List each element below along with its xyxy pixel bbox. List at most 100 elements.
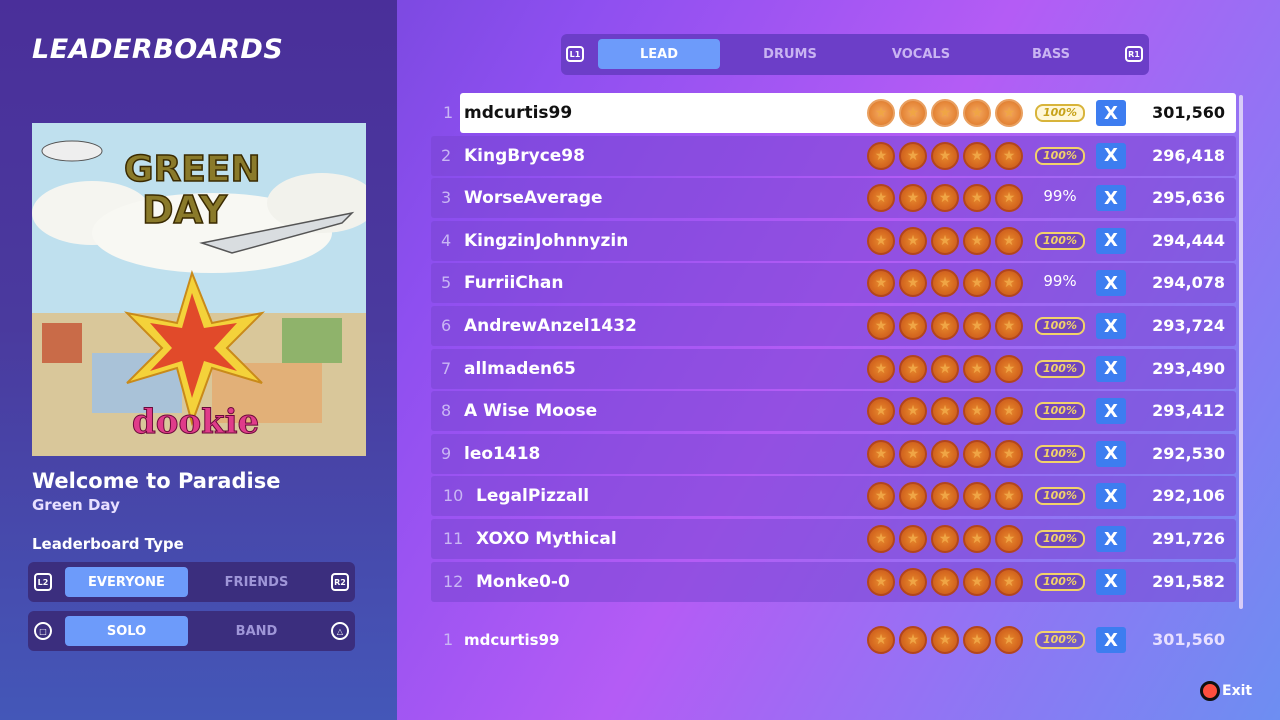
exit-button[interactable]: Exit <box>1200 681 1252 701</box>
scope-everyone-option[interactable]: EVERYONE <box>65 567 188 597</box>
star-medal-icon: ★ <box>899 312 927 340</box>
table-row[interactable]: 9 leo1418 ★ ★ ★ ★ ★ 100% X 292,530 <box>431 433 1236 474</box>
mode-band-option[interactable]: BAND <box>195 616 318 646</box>
row-player-name: KingzinJohnnyzin <box>464 230 629 251</box>
star-medal-icon: ★ <box>867 354 895 383</box>
star-medal-icon: ★ <box>867 567 895 596</box>
star-medal-icon: ★ <box>995 354 1023 383</box>
row-player-name: mdcurtis99 <box>464 103 573 123</box>
star-medal-icon: ★ <box>963 141 991 170</box>
row-stars: ★ ★ ★ ★ ★ <box>867 354 1023 383</box>
album-band-text: GREEN <box>124 149 261 190</box>
star-medal-icon: ★ <box>963 626 991 654</box>
row-accuracy: 100% <box>1035 530 1085 548</box>
star-medal-icon: ★ <box>931 525 959 553</box>
row-stars: ★ ★ ★ ★ ★ <box>867 184 1023 213</box>
table-row[interactable]: 6 AndrewAnzel1432 ★ ★ ★ ★ ★ 100% X 293,724 <box>431 306 1236 346</box>
player-accuracy: 100% <box>1035 631 1085 649</box>
star-medal-icon: ★ <box>931 439 959 468</box>
star-medal-icon: ★ <box>931 626 959 654</box>
row-score: 294,444 <box>1152 230 1225 250</box>
table-row[interactable]: 8A Wise Moose ★ ★ ★ ★ ★ 100% X 293,412 <box>431 391 1236 432</box>
row-player-name: allmaden65 <box>464 358 576 379</box>
star-medal-icon: ★ <box>931 226 959 255</box>
x-badge-icon: X <box>1096 440 1126 467</box>
star-medal-icon: ★ <box>931 397 959 426</box>
star-medal-icon: ★ <box>995 397 1023 426</box>
r1-button-icon: R1 <box>1125 46 1143 62</box>
row-player-name: leo1418 <box>464 443 541 464</box>
tab-drums[interactable]: DRUMS <box>729 39 851 69</box>
row-accuracy: 100% <box>1035 402 1085 421</box>
scope-friends-option[interactable]: FRIENDS <box>195 567 318 597</box>
star-medal-icon: ★ <box>963 184 991 213</box>
table-row[interactable]: 5 FurriiChan ★ ★ ★ ★ ★ 99% X 294,078 <box>431 263 1236 304</box>
row-stars: ★ ★ ★ ★ ★ <box>867 312 1023 340</box>
mode-solo-option[interactable]: SOLO <box>65 616 188 646</box>
row-score: 295,636 <box>1152 188 1225 208</box>
row-accuracy: 100% <box>1035 317 1085 335</box>
star-medal-icon: ★ <box>995 626 1023 654</box>
player-entry-row: 1 mdcurtis99 ★ ★ ★ ★ ★ 100% X 301,560 <box>431 620 1236 660</box>
player-name: mdcurtis99 <box>464 631 560 649</box>
star-medal-icon: ★ <box>867 439 895 468</box>
row-rank: 10 <box>443 486 464 506</box>
star-medal-icon: ★ <box>963 354 991 383</box>
star-medal-icon: ★ <box>963 567 991 596</box>
star-medal-icon: ★ <box>899 226 927 255</box>
star-medal-icon: ★ <box>867 397 895 426</box>
row-accuracy: 100% <box>1035 231 1085 250</box>
table-row[interactable]: 11 XOXO Mythical ★ ★ ★ ★ ★ 100% X 291,726 <box>431 519 1236 559</box>
row-accuracy: 100% <box>1035 572 1085 591</box>
square-button-icon: □ <box>34 622 52 640</box>
scrollbar[interactable] <box>1239 95 1243 609</box>
star-medal-icon: ★ <box>931 141 959 170</box>
row-accuracy: 100% <box>1035 146 1085 165</box>
star-medal-icon: ★ <box>963 525 991 553</box>
row-stars: ★ ★ ★ ★ ★ <box>867 567 1023 596</box>
table-row[interactable]: 7 allmaden65 ★ ★ ★ ★ ★ 100% X 293,490 <box>431 348 1236 389</box>
row-rank: 11 <box>443 529 464 548</box>
star-medal-icon: ★ <box>963 482 991 511</box>
exit-label: Exit <box>1222 683 1253 699</box>
table-row[interactable]: 1mdcurtis99★★★★★100%X301,560 <box>460 93 1236 133</box>
table-row[interactable]: 4 KingzinJohnnyzin ★ ★ ★ ★ ★ 100% X 294,444 <box>431 220 1236 261</box>
star-medal-icon: ★ <box>867 525 895 553</box>
row-stars: ★ ★ ★ ★ ★ <box>867 269 1023 298</box>
x-badge-icon: X <box>1096 627 1126 653</box>
tab-bass[interactable]: BASS <box>990 39 1112 69</box>
row-accuracy: 99% <box>1043 187 1077 206</box>
player-stars: ★ ★ ★ ★ ★ <box>867 626 1023 654</box>
table-row[interactable]: 2 KingBryce98 ★ ★ ★ ★ ★ 100% X 296,418 <box>431 135 1236 176</box>
l2-button-icon: L2 <box>34 573 52 591</box>
r2-button-icon: R2 <box>331 573 349 591</box>
star-medal-icon: ★ <box>867 141 895 170</box>
table-row[interactable]: 3 WorseAverage ★ ★ ★ ★ ★ 99% X 295,636 <box>431 178 1236 219</box>
tab-lead[interactable]: LEAD <box>598 39 720 69</box>
tab-vocals[interactable]: VOCALS <box>860 39 982 69</box>
star-medal-icon: ★ <box>899 397 927 426</box>
x-badge-icon: X <box>1096 100 1126 126</box>
l1-button-icon: L1 <box>566 46 584 62</box>
star-medal-icon: ★ <box>867 99 895 127</box>
row-stars: ★ ★ ★ ★ ★ <box>867 226 1023 255</box>
table-row[interactable]: 12 Monke0-0 ★ ★ ★ ★ ★ 100% X 291,582 <box>431 561 1236 602</box>
star-medal-icon: ★ <box>867 482 895 511</box>
star-medal-icon: ★ <box>899 99 927 127</box>
row-rank: 9 <box>441 443 452 463</box>
star-medal-icon: ★ <box>995 184 1023 213</box>
star-medal-icon: ★ <box>963 269 991 298</box>
star-medal-icon: ★ <box>931 269 959 298</box>
star-medal-icon: ★ <box>963 312 991 340</box>
row-score: 293,490 <box>1152 358 1225 378</box>
row-rank: 7 <box>441 358 452 378</box>
row-rank: 5 <box>441 273 452 293</box>
instrument-tabs: L1 LEAD DRUMS VOCALS BASS R1 <box>561 34 1149 75</box>
star-medal-icon: ★ <box>867 269 895 298</box>
row-stars: ★ ★ ★ ★ ★ <box>867 525 1023 553</box>
row-stars: ★ ★ ★ ★ ★ <box>867 482 1023 511</box>
mode-toggle: □ SOLO BAND △ <box>28 611 355 651</box>
row-player-name: KingBryce98 <box>464 145 585 166</box>
table-row[interactable]: 10 LegalPizzall ★ ★ ★ ★ ★ 100% X 292,106 <box>431 476 1236 517</box>
row-player-name: AndrewAnzel1432 <box>464 316 637 336</box>
